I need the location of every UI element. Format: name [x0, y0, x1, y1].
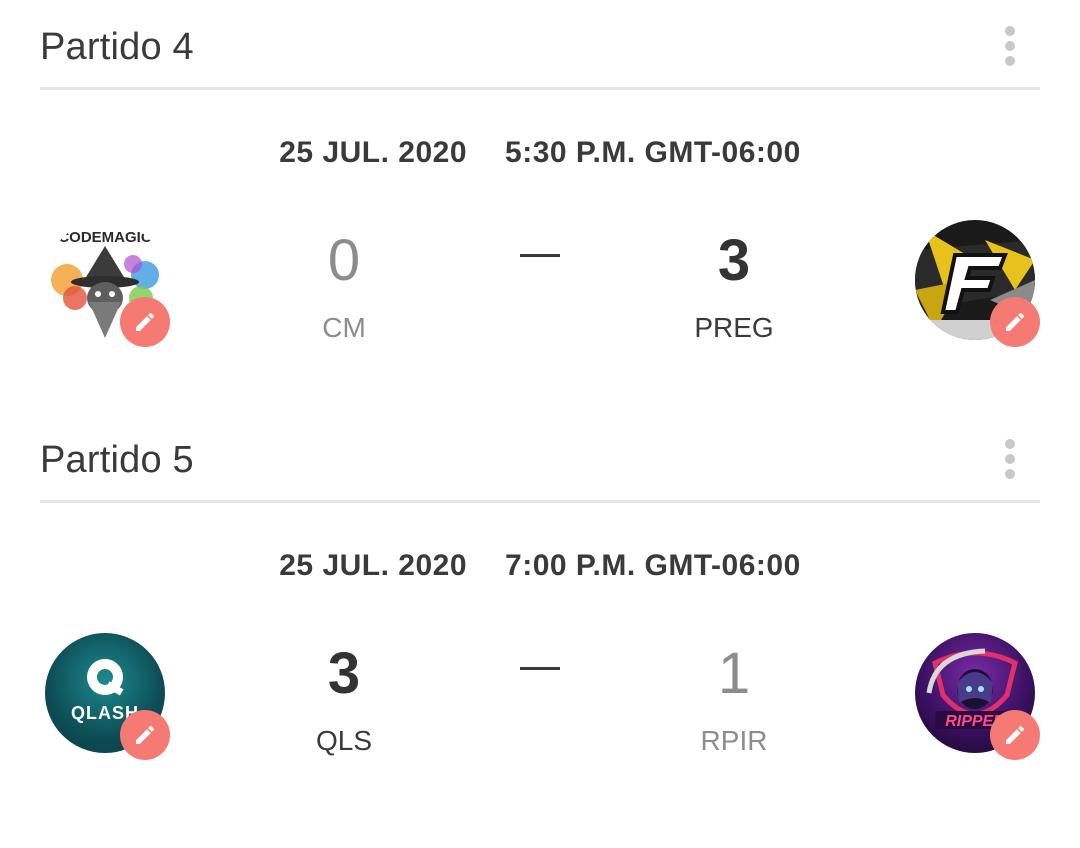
edit-logo-button[interactable] — [120, 297, 170, 347]
pencil-icon — [1006, 312, 1025, 331]
away-score: 3 — [717, 228, 751, 293]
home-team-abbr: CM — [322, 312, 366, 343]
score-separator — [520, 667, 560, 670]
team-logo-away[interactable]: F — [915, 220, 1040, 347]
match-title: Partido 5 — [40, 439, 194, 481]
match-header: Partido 4 — [40, 0, 1040, 90]
match-header: Partido 5 — [40, 413, 1040, 503]
home-team-abbr: QLS — [315, 725, 373, 756]
match-date: 25 JUL. 2020 — [279, 549, 468, 582]
team-logo-away[interactable]: RIPPER — [915, 633, 1040, 760]
edit-logo-button[interactable] — [120, 710, 170, 760]
home-score: 0 — [327, 228, 361, 293]
codemagic-logo-text: CODEMAGIC — [58, 229, 152, 246]
more-vert-icon[interactable] — [1000, 439, 1020, 483]
match-card-4: Partido 4 25 JUL. 2020 5:30 P.M. GMT-06:0… — [0, 0, 1080, 400]
match-datetime: 25 JUL. 2020 7:00 P.M. GMT-06:00 — [0, 549, 1080, 583]
team-logo-home[interactable]: CODEMAGIC — [45, 220, 170, 347]
match-title: Partido 4 — [40, 26, 194, 68]
match-card-5: Partido 5 25 JUL. 2020 7:00 P.M. GMT-06:0… — [0, 413, 1080, 813]
more-vert-icon[interactable] — [1000, 26, 1020, 70]
match-date: 25 JUL. 2020 — [279, 136, 468, 169]
match-datetime: 25 JUL. 2020 5:30 P.M. GMT-06:00 — [0, 136, 1080, 170]
away-team-abbr: PREG — [694, 312, 774, 343]
edit-logo-button[interactable] — [990, 297, 1040, 347]
score-separator — [520, 254, 560, 257]
away-team-abbr: RPIR — [700, 725, 768, 756]
match-time: 5:30 P.M. GMT-06:00 — [505, 136, 801, 169]
home-score: 3 — [327, 641, 361, 706]
pencil-icon — [136, 725, 155, 744]
team-logo-home[interactable]: QLASH — [45, 633, 170, 760]
pencil-icon — [1006, 725, 1025, 744]
match-time: 7:00 P.M. GMT-06:00 — [505, 549, 801, 582]
pencil-icon — [136, 312, 155, 331]
away-score: 1 — [717, 641, 751, 706]
edit-logo-button[interactable] — [990, 710, 1040, 760]
